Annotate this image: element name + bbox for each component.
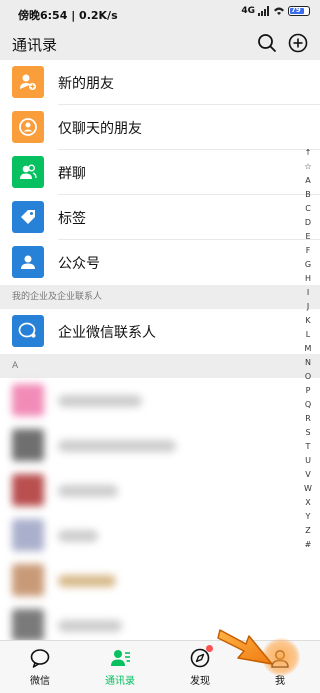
tab-me-label: 我	[275, 676, 285, 687]
index-letter[interactable]: N	[305, 356, 311, 370]
battery-level: 79	[291, 6, 301, 14]
tab-chats-label: 微信	[30, 676, 50, 687]
discover-badge-dot	[206, 645, 213, 652]
tag-icon	[12, 201, 44, 233]
search-icon[interactable]	[256, 32, 278, 54]
index-letter[interactable]: #	[305, 538, 312, 552]
index-letter[interactable]: X	[305, 496, 310, 510]
enterprise-section-header: 我的企业及企业联系人	[0, 285, 320, 309]
chat-bubble-icon	[30, 649, 50, 668]
official-accounts-label: 公众号	[58, 256, 100, 272]
wecom-contacts-icon	[12, 315, 44, 347]
pointer-arrow-icon	[217, 629, 273, 665]
status-icons: 4G 79	[241, 6, 310, 16]
index-letter[interactable]: ↑	[305, 146, 312, 160]
index-letter[interactable]: B	[305, 188, 311, 202]
contact-row[interactable]	[0, 378, 320, 423]
index-letter[interactable]: O	[305, 370, 311, 384]
network-type: 4G	[241, 6, 255, 16]
index-letter[interactable]: V	[305, 468, 310, 482]
index-letter[interactable]: G	[305, 258, 311, 272]
avatar	[12, 384, 44, 416]
tab-discover-label: 发现	[190, 676, 210, 687]
tab-chats[interactable]: 微信	[10, 647, 70, 687]
index-letter[interactable]: I	[307, 286, 309, 300]
index-letter[interactable]: ☆	[304, 160, 311, 174]
contact-row[interactable]	[0, 513, 320, 558]
index-letter[interactable]: Z	[305, 524, 310, 538]
tab-contacts-label: 通讯录	[105, 676, 135, 687]
contacts-icon	[111, 650, 130, 666]
contact-name-blurred	[58, 530, 98, 542]
contact-row[interactable]	[0, 423, 320, 468]
signal-icon	[258, 6, 269, 16]
index-letter[interactable]: R	[305, 412, 311, 426]
index-letter[interactable]: A	[305, 174, 310, 188]
alphabet-index[interactable]: ↑ ☆ A B C D E F G H I J K L M N O P Q R S T U V W X Y Z #	[302, 146, 314, 552]
chat-only-friends-icon	[12, 111, 44, 143]
contact-name-blurred	[58, 620, 122, 632]
wecom-contacts-label: 企业微信联系人	[58, 325, 156, 341]
index-letter[interactable]: Y	[306, 510, 311, 524]
official-account-icon	[12, 246, 44, 278]
status-time: 傍晚6:54 | 0.2K/s	[18, 9, 118, 22]
contact-name-blurred	[58, 485, 118, 497]
index-letter[interactable]: Q	[305, 398, 311, 412]
index-letter[interactable]: H	[305, 272, 311, 286]
index-letter[interactable]: S	[305, 426, 310, 440]
contact-row[interactable]	[0, 558, 320, 603]
contact-name-blurred	[58, 575, 116, 587]
tab-contacts[interactable]: 通讯录	[90, 647, 150, 687]
page-title: 通讯录	[12, 36, 58, 54]
group-chat-icon	[12, 156, 44, 188]
group-chats-item[interactable]: 群聊	[0, 150, 320, 195]
tags-label: 标签	[58, 211, 86, 227]
new-friend-icon	[12, 66, 44, 98]
index-letter[interactable]: J	[307, 300, 309, 314]
top-bar: 通讯录	[0, 28, 320, 60]
index-letter[interactable]: M	[305, 342, 312, 356]
avatar	[12, 519, 44, 551]
contact-name-blurred	[58, 395, 142, 407]
index-letter[interactable]: L	[306, 328, 310, 342]
index-letter[interactable]: W	[304, 482, 312, 496]
new-friends-item[interactable]: 新的朋友	[0, 60, 320, 105]
wifi-icon	[274, 7, 284, 15]
wecom-contacts-item[interactable]: 企业微信联系人	[0, 309, 320, 354]
index-letter[interactable]: E	[305, 230, 310, 244]
status-bar: 傍晚6:54 | 0.2K/s 4G 79	[0, 0, 320, 28]
tags-item[interactable]: 标签	[0, 195, 320, 240]
index-letter[interactable]: U	[305, 454, 311, 468]
index-letter[interactable]: F	[306, 244, 311, 258]
index-letter[interactable]: D	[305, 216, 311, 230]
official-accounts-item[interactable]: 公众号	[0, 240, 320, 285]
avatar	[12, 474, 44, 506]
avatar	[12, 429, 44, 461]
avatar	[12, 609, 44, 641]
add-icon[interactable]	[287, 32, 309, 54]
chat-only-friends-label: 仅聊天的朋友	[58, 121, 142, 137]
index-letter[interactable]: T	[306, 440, 311, 454]
group-chats-label: 群聊	[58, 166, 86, 182]
index-letter[interactable]: P	[306, 384, 311, 398]
index-letter[interactable]: C	[305, 202, 311, 216]
section-a-header: A	[0, 354, 320, 378]
index-letter[interactable]: K	[305, 314, 310, 328]
contact-name-blurred	[58, 440, 176, 452]
new-friends-label: 新的朋友	[58, 76, 114, 92]
battery-icon: 79	[288, 6, 310, 16]
avatar	[12, 564, 44, 596]
contact-row[interactable]	[0, 468, 320, 513]
contacts-list: 新的朋友 仅聊天的朋友 群聊 标签 公众号 我的企业及企业联系人 企业微信联系人…	[0, 60, 320, 648]
chat-only-friends-item[interactable]: 仅聊天的朋友	[0, 105, 320, 150]
